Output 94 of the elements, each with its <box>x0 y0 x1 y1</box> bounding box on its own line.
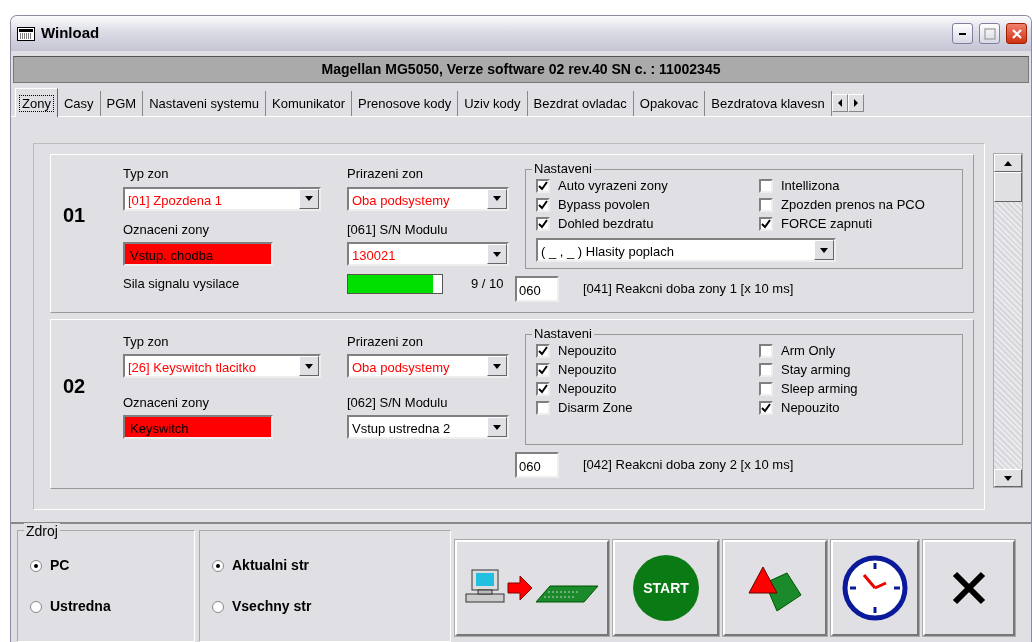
checkbox[interactable] <box>536 344 550 358</box>
clock-button[interactable] <box>831 540 919 636</box>
dropdown-arrow-icon <box>492 361 502 371</box>
checkbox[interactable] <box>759 344 773 358</box>
dropdown-arrow-icon <box>492 194 502 203</box>
checkbox-label: FORCE zapnuti <box>781 216 873 232</box>
partition-dropdown[interactable]: Oba podsystemy <box>347 354 509 379</box>
reaction-time-field[interactable]: 060 <box>515 276 559 302</box>
tab[interactable]: Zony <box>15 87 58 117</box>
field-label: [062] S/N Modulu <box>347 393 449 412</box>
zone-type-dropdown[interactable]: [26] Keyswitch tlacitko <box>123 354 321 379</box>
partition-dropdown[interactable]: Oba podsystemy <box>347 186 509 211</box>
checkbox-label: Intellizona <box>781 178 840 194</box>
check-icon <box>761 403 771 413</box>
field-label: Prirazeni zon <box>347 165 424 183</box>
alarm-dropdown[interactable]: ( _ , _ ) Hlasity poplach <box>536 238 836 262</box>
checkbox[interactable] <box>536 217 550 231</box>
checkbox[interactable] <box>759 401 773 415</box>
start-button[interactable]: START <box>613 540 719 636</box>
field-label: [042] Reakcni doba zony 2 [x 10 ms] <box>583 456 794 475</box>
field-label: [061] S/N Modulu <box>347 220 449 239</box>
close-icon <box>1010 27 1023 40</box>
checkbox-label: Auto vyrazeni zony <box>558 178 668 194</box>
radio-label: Ustredna <box>50 597 111 616</box>
radio-button[interactable] <box>30 559 42 572</box>
maximize-button[interactable] <box>979 23 1000 44</box>
module-dropdown[interactable]: Vstup ustredna 2 <box>347 415 509 440</box>
dropdown-arrow-icon <box>304 361 314 371</box>
radio-label: Aktualni str <box>232 556 309 575</box>
checkbox-label: Nepouzito <box>558 362 617 378</box>
window-title: Winload <box>41 23 101 44</box>
checkbox-label: Nepouzito <box>558 343 617 359</box>
close-button[interactable] <box>1006 23 1027 44</box>
scrollbar[interactable] <box>993 153 1023 488</box>
minimize-icon <box>959 32 966 35</box>
up-arrow-icon <box>1003 159 1013 167</box>
checkbox-label: Zpozden prenos na PCO <box>781 197 925 213</box>
checkbox[interactable] <box>759 382 773 396</box>
zone-number: 01 <box>62 203 87 228</box>
checkbox[interactable] <box>536 198 550 212</box>
checkbox-label: Nepouzito <box>558 381 617 397</box>
checkbox-label: Stay arming <box>781 362 851 378</box>
checkbox[interactable] <box>536 401 550 415</box>
zone-name-field[interactable]: Vstup. chodba <box>123 242 273 266</box>
header-bar: Magellan MG5050, Verze software 02 rev.40 SN c. : 11002345 <box>13 56 1029 83</box>
reaction-time-field[interactable]: 060 <box>515 452 559 478</box>
checkbox-label: Disarm Zone <box>558 400 633 416</box>
scroll-down-button[interactable] <box>994 469 1022 487</box>
radio-button[interactable] <box>212 559 224 572</box>
down-arrow-icon <box>1003 474 1013 482</box>
checkbox-label: Sleep arming <box>781 381 858 397</box>
field-label: Sila signalu vysilace <box>123 275 240 294</box>
upload-button[interactable] <box>455 540 609 636</box>
radio-label: Vsechny str <box>232 597 312 616</box>
zone-name-field[interactable]: Keyswitch <box>123 415 273 440</box>
checkbox-label: Arm Only <box>781 343 836 359</box>
checkbox[interactable] <box>759 198 773 212</box>
radio-button[interactable] <box>30 600 42 613</box>
checkbox-label: Nepouzito <box>781 400 840 416</box>
field-label: Oznaceni zony <box>123 393 210 412</box>
checkbox[interactable] <box>536 363 550 377</box>
dropdown-arrow-icon <box>492 249 502 259</box>
checkbox[interactable] <box>759 363 773 377</box>
field-label: Typ zon <box>123 165 170 183</box>
field-label: Oznaceni zony <box>123 220 210 239</box>
checkbox[interactable] <box>536 179 550 193</box>
app-icon <box>17 26 35 41</box>
dropdown-arrow-icon <box>492 422 502 432</box>
checkbox-label: Bypass povolen <box>558 197 650 213</box>
module-dropdown[interactable]: 130021 <box>347 242 509 266</box>
signal-reading: 9 / 10 <box>471 275 504 294</box>
field-label: Prirazeni zon <box>347 332 424 351</box>
group-title: Zdroj <box>24 523 60 539</box>
checkbox[interactable] <box>536 382 550 396</box>
radio-button[interactable] <box>212 600 224 613</box>
radio-label: PC <box>50 556 70 575</box>
close-dialog-button[interactable] <box>923 540 1015 636</box>
zone-type-dropdown[interactable]: [01] Zpozdena 1 <box>123 186 321 211</box>
zone-number: 02 <box>62 373 87 399</box>
field-label: [041] Reakcni doba zony 1 [x 10 ms] <box>583 280 794 299</box>
clock-icon <box>842 555 908 621</box>
minimize-button[interactable] <box>952 23 973 44</box>
check-icon <box>761 219 771 229</box>
maximize-icon <box>983 27 996 40</box>
alarm-board-button[interactable] <box>723 540 827 636</box>
dropdown-arrow-icon <box>304 194 314 203</box>
checkbox[interactable] <box>759 179 773 193</box>
dropdown-arrow-icon <box>819 245 829 255</box>
field-label: Typ zon <box>123 332 170 351</box>
scroll-thumb[interactable] <box>994 172 1022 202</box>
checkbox[interactable] <box>759 217 773 231</box>
scroll-up-button[interactable] <box>994 154 1022 172</box>
right-arrow-icon <box>851 98 860 108</box>
checkbox-label: Dohled bezdratu <box>558 216 654 232</box>
